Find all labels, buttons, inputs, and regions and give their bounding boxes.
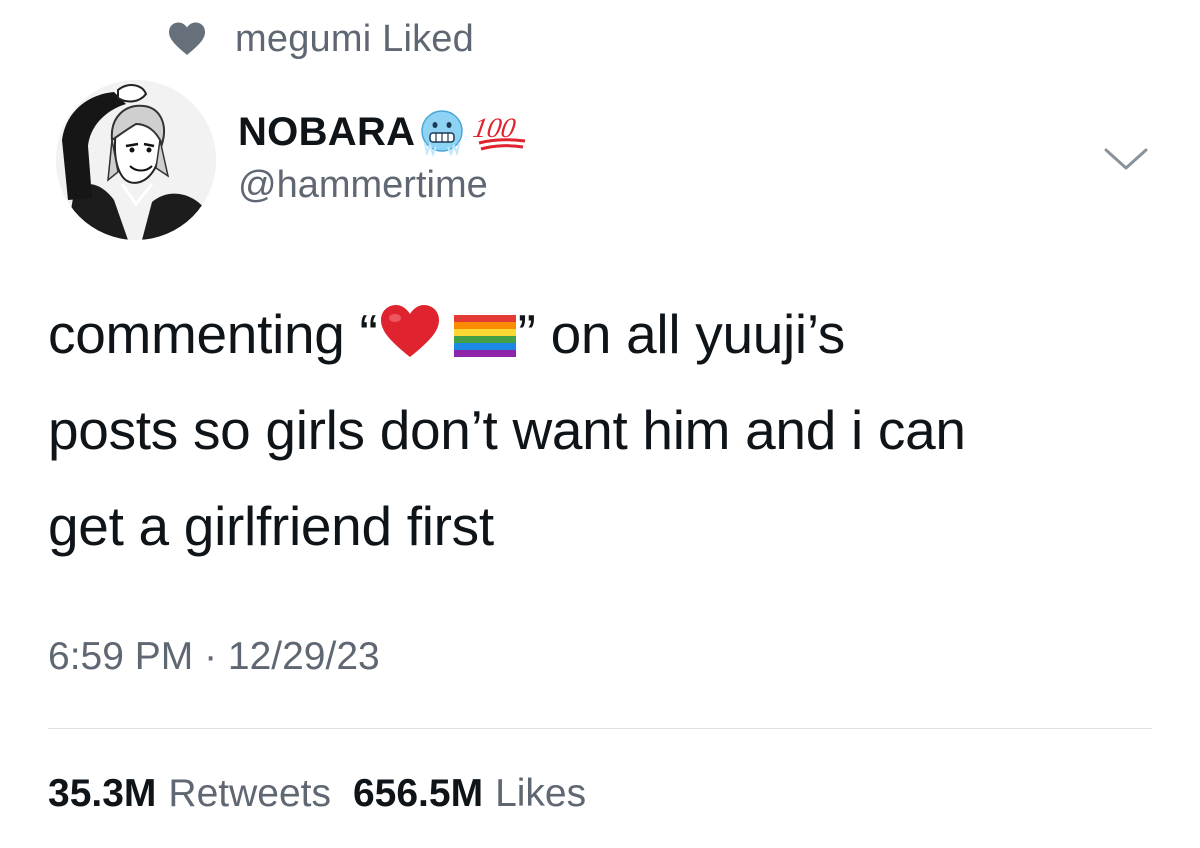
activity-header: megumi Liked [165,14,474,64]
activity-text[interactable]: megumi Liked [235,18,474,61]
tweet-timestamp[interactable]: 6:59 PM · 12/29/23 [48,635,380,679]
engagement-stats: 35.3M Retweets 656.5M Likes [48,772,586,816]
chevron-down-icon[interactable] [1098,140,1154,176]
display-name[interactable]: NOBARA [238,110,415,155]
freezing-face-emoji [417,107,467,157]
retweets-label[interactable]: Retweets [168,772,331,816]
heart-icon [165,19,209,59]
tweet-text: commenting “ ” on all yuuji’s posts so gi… [48,286,1158,574]
hundred-points-emoji: 100 [471,107,529,157]
tweet-line-1: commenting “ ” on all yuuji’s [48,286,1158,382]
red-heart-emoji [378,294,442,390]
retweets-count[interactable]: 35.3M [48,772,156,816]
tweet-line-1-start: commenting “ [48,303,378,365]
avatar[interactable] [56,80,216,240]
likes-label[interactable]: Likes [495,772,586,816]
author-name-row[interactable]: NOBARA 100 [238,104,529,160]
tweet-line-2: posts so girls don’t want him and i can [48,399,966,461]
divider [48,728,1152,729]
author-handle[interactable]: @hammertime [238,164,488,207]
rainbow-flag-emoji [452,294,518,390]
tweet-line-3: get a girlfriend first [48,495,494,557]
tweet-line-1-end: ” on all yuuji’s [517,303,846,365]
likes-count[interactable]: 656.5M [353,772,483,816]
